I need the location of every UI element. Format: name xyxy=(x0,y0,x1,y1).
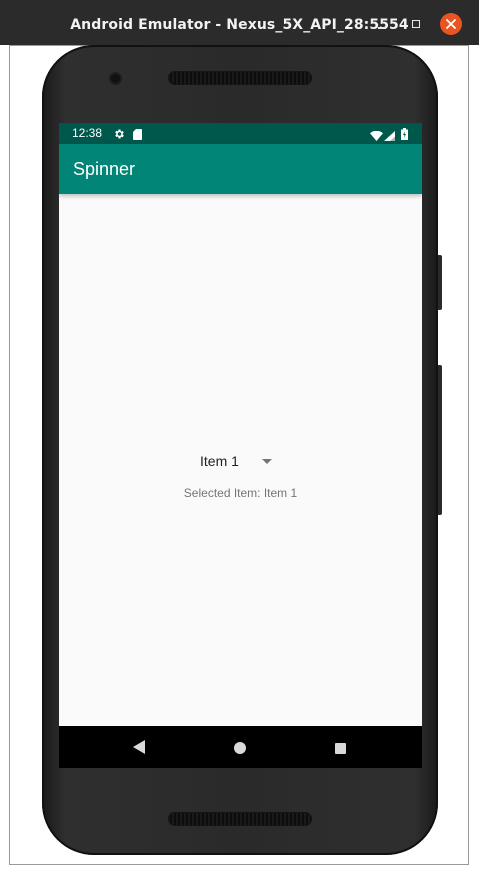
spinner-selected-value: Item 1 xyxy=(200,453,239,469)
battery-icon xyxy=(401,127,408,145)
sd-card-icon xyxy=(133,127,142,145)
device-screen[interactable]: 12:38 Spinner Item 1 Selected Item: Item… xyxy=(59,123,422,768)
home-icon[interactable] xyxy=(234,742,246,754)
window-titlebar[interactable]: Android Emulator - Nexus_5X_API_28:5554 xyxy=(0,0,479,45)
dropdown-arrow-icon xyxy=(262,459,272,464)
top-speaker xyxy=(168,71,312,85)
main-content: Item 1 Selected Item: Item 1 xyxy=(59,194,422,726)
selected-item-label: Selected Item: Item 1 xyxy=(183,486,298,500)
close-button[interactable] xyxy=(440,13,462,35)
status-time: 12:38 xyxy=(72,126,103,140)
gear-icon xyxy=(113,127,125,145)
close-icon xyxy=(446,19,456,29)
front-camera xyxy=(111,74,120,83)
app-bar: Spinner xyxy=(59,144,422,194)
navigation-bar xyxy=(59,726,422,768)
item-spinner[interactable]: Item 1 xyxy=(192,446,288,474)
back-icon[interactable] xyxy=(132,740,146,759)
recent-apps-icon[interactable] xyxy=(335,743,346,754)
maximize-button[interactable] xyxy=(406,13,428,35)
minimize-button[interactable] xyxy=(372,13,394,35)
bottom-speaker xyxy=(168,812,312,826)
status-bar: 12:38 xyxy=(59,123,422,144)
app-title: Spinner xyxy=(73,159,136,179)
emulator-window: Android Emulator - Nexus_5X_API_28:5554 … xyxy=(0,0,479,875)
